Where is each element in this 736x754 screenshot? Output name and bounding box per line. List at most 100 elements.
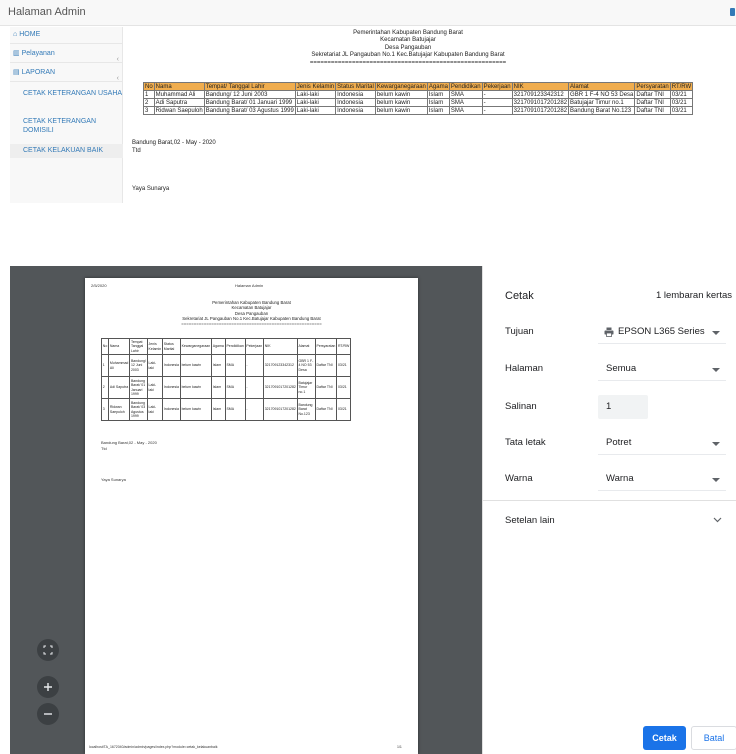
- report-line-1: Pemerintahan Kabupaten Bandung Barat: [353, 30, 463, 36]
- color-select[interactable]: Warna: [598, 467, 726, 491]
- table-cell: GBR 1 F-4 NO 53 Desa: [296, 354, 316, 377]
- report-content: Pemerintahan Kabupaten Bandung Barat Kec…: [130, 30, 736, 202]
- bar-chart-icon: ▥: [13, 50, 20, 57]
- sidebar-sub-kelakuan-baik[interactable]: CETAK KELAKUAN BAIK: [10, 144, 123, 158]
- sidebar-item-home[interactable]: ⌂ HOME: [10, 27, 123, 44]
- sidebar-item-pelayanan[interactable]: ▥ Pelayanan ‹: [10, 44, 123, 63]
- preview-ttd: Ttd: [101, 446, 107, 451]
- table-cell: Daftar TNI: [314, 354, 338, 377]
- table-cell: 03/21: [669, 98, 694, 107]
- column-header: No: [100, 338, 110, 355]
- table-cell: belum kawin: [374, 98, 428, 107]
- table-cell: belum kawin: [179, 398, 212, 421]
- column-header: Status Marital: [335, 82, 376, 91]
- table-cell: Bandung Barat/ 01 Januari 1999: [129, 376, 148, 399]
- table-cell: Indonesia: [335, 106, 376, 115]
- layout-value: Potret: [606, 437, 632, 448]
- color-label: Warna: [505, 473, 533, 484]
- table-cell: Bandung Barat No.123: [296, 398, 316, 421]
- table-cell: Indonesia: [161, 376, 181, 399]
- pages-value: Semua: [606, 363, 637, 374]
- minus-icon: [44, 713, 52, 715]
- more-settings-toggle[interactable]: Setelan lain: [505, 515, 555, 526]
- table-cell: 3217091017201282: [262, 376, 298, 399]
- pages-label: Halaman: [505, 363, 544, 374]
- table-cell: Islam: [426, 90, 450, 99]
- table-cell: Batujajar Timur no.1: [296, 376, 316, 399]
- cancel-button[interactable]: Batal: [691, 726, 736, 750]
- column-header: Tempat/ Tanggal Lahir: [203, 82, 296, 91]
- column-header: Pekerjaan: [481, 82, 513, 91]
- report-letterhead: Pemerintahan Kabupaten Bandung Barat Kec…: [130, 30, 686, 67]
- table-cell: 3217091017201282: [511, 98, 570, 107]
- print-title: Cetak: [505, 290, 534, 302]
- preview-date: 2/5/2020: [91, 283, 107, 288]
- preview-signer: Yaya Sunarya: [101, 477, 126, 482]
- report-line-3: Desa Pangauban: [384, 44, 432, 51]
- sidebar-sub-keterangan-domisili[interactable]: CETAK KETERANGAN DOMISILI: [10, 117, 123, 135]
- report-signer: Yaya Sunarya: [132, 186, 170, 192]
- column-header: Alamat: [568, 82, 636, 91]
- table-cell: Indonesia: [161, 354, 181, 377]
- column-header: Pekerjaan: [244, 338, 264, 355]
- table-cell: SMA: [224, 354, 246, 377]
- table-cell: 3217091017201282: [511, 106, 570, 115]
- table-cell: Laki-laki: [146, 354, 163, 377]
- table-header-row: No Nama Tempat/ Tanggal Lahir Jenis Kela…: [143, 82, 694, 91]
- table-cell: Daftar TNI: [634, 98, 671, 107]
- zoom-in-button[interactable]: [37, 676, 59, 698]
- admin-navbar: Halaman Admin: [0, 0, 736, 26]
- table-cell: 03/21: [669, 106, 694, 115]
- table-cell: Batujajar Timur no.1: [568, 98, 636, 107]
- column-header: Status Marital: [161, 338, 181, 355]
- sidebar-sub-keterangan-usaha[interactable]: CETAK KETERANGAN USAHA: [10, 89, 123, 98]
- table-cell: -: [244, 354, 264, 377]
- zoom-out-button[interactable]: [37, 703, 59, 725]
- table-cell: Islam: [210, 376, 226, 399]
- table-cell: 3: [143, 106, 155, 115]
- fit-to-page-button[interactable]: [37, 639, 59, 661]
- report-date-line: Bandung Barat,02 - May - 2020: [132, 140, 216, 146]
- column-header: RT/RW: [669, 82, 694, 91]
- table-cell: Adi Saputra: [108, 376, 131, 399]
- table-cell: Laki-laki: [146, 398, 163, 421]
- color-value: Warna: [606, 473, 634, 484]
- table-cell: Daftar TNI: [314, 398, 338, 421]
- caret-down-icon: [712, 331, 720, 335]
- table-row: 1 Muhammad Ali Bandung/ 12 Juni 2003 Lak…: [100, 354, 352, 377]
- table-cell: Bandung Barat/ 03 Agustus 1999: [203, 106, 296, 115]
- table-cell: 1: [143, 90, 155, 99]
- copies-input[interactable]: 1: [598, 395, 648, 419]
- table-cell: Islam: [210, 398, 226, 421]
- column-header: Kewarganegaraan: [374, 82, 428, 91]
- table-cell: 03/21: [669, 90, 694, 99]
- table-cell: Islam: [426, 98, 450, 107]
- column-header: Agama: [210, 338, 226, 355]
- print-button[interactable]: Cetak: [643, 726, 686, 750]
- table-cell: SMA: [224, 398, 246, 421]
- table-cell: belum kawin: [179, 354, 212, 377]
- table-cell: Adi Saputra: [153, 98, 205, 107]
- sidebar-item-laporan[interactable]: ▤ LAPORAN ‹: [10, 63, 123, 82]
- destination-select[interactable]: EPSON L365 Series: [598, 320, 726, 344]
- report-line-2: Kecamatan Batujajar: [380, 37, 436, 44]
- sidebar-item-label: HOME: [19, 31, 41, 38]
- table-cell: SMA: [448, 106, 483, 115]
- layout-select[interactable]: Potret: [598, 431, 726, 455]
- user-icon[interactable]: [730, 8, 735, 16]
- table-cell: Laki-laki: [294, 98, 337, 107]
- print-preview[interactable]: 2/5/2020 Halaman Admin Pemerintahan Kabu…: [10, 266, 482, 754]
- chevron-left-icon: ‹: [116, 75, 119, 82]
- pages-select[interactable]: Semua: [598, 357, 726, 381]
- report-table: No Nama Tempat/ Tanggal Lahir Jenis Kela…: [143, 82, 694, 115]
- table-cell: Islam: [426, 106, 450, 115]
- table-cell: -: [481, 90, 513, 99]
- fit-page-icon: [43, 645, 53, 655]
- sidebar: ⌂ HOME ▥ Pelayanan ‹ ▤ LAPORAN ‹ CETAK KETE…: [10, 27, 123, 203]
- table-cell: -: [244, 398, 264, 421]
- destination-label: Tujuan: [505, 326, 534, 337]
- chevron-down-icon[interactable]: [713, 515, 722, 524]
- column-header: Kewarganegaraan: [179, 338, 212, 355]
- admin-title[interactable]: Halaman Admin: [8, 6, 86, 18]
- table-row: 3 Ridwan Saepuloh Bandung Barat/ 03 Agus…: [143, 106, 694, 115]
